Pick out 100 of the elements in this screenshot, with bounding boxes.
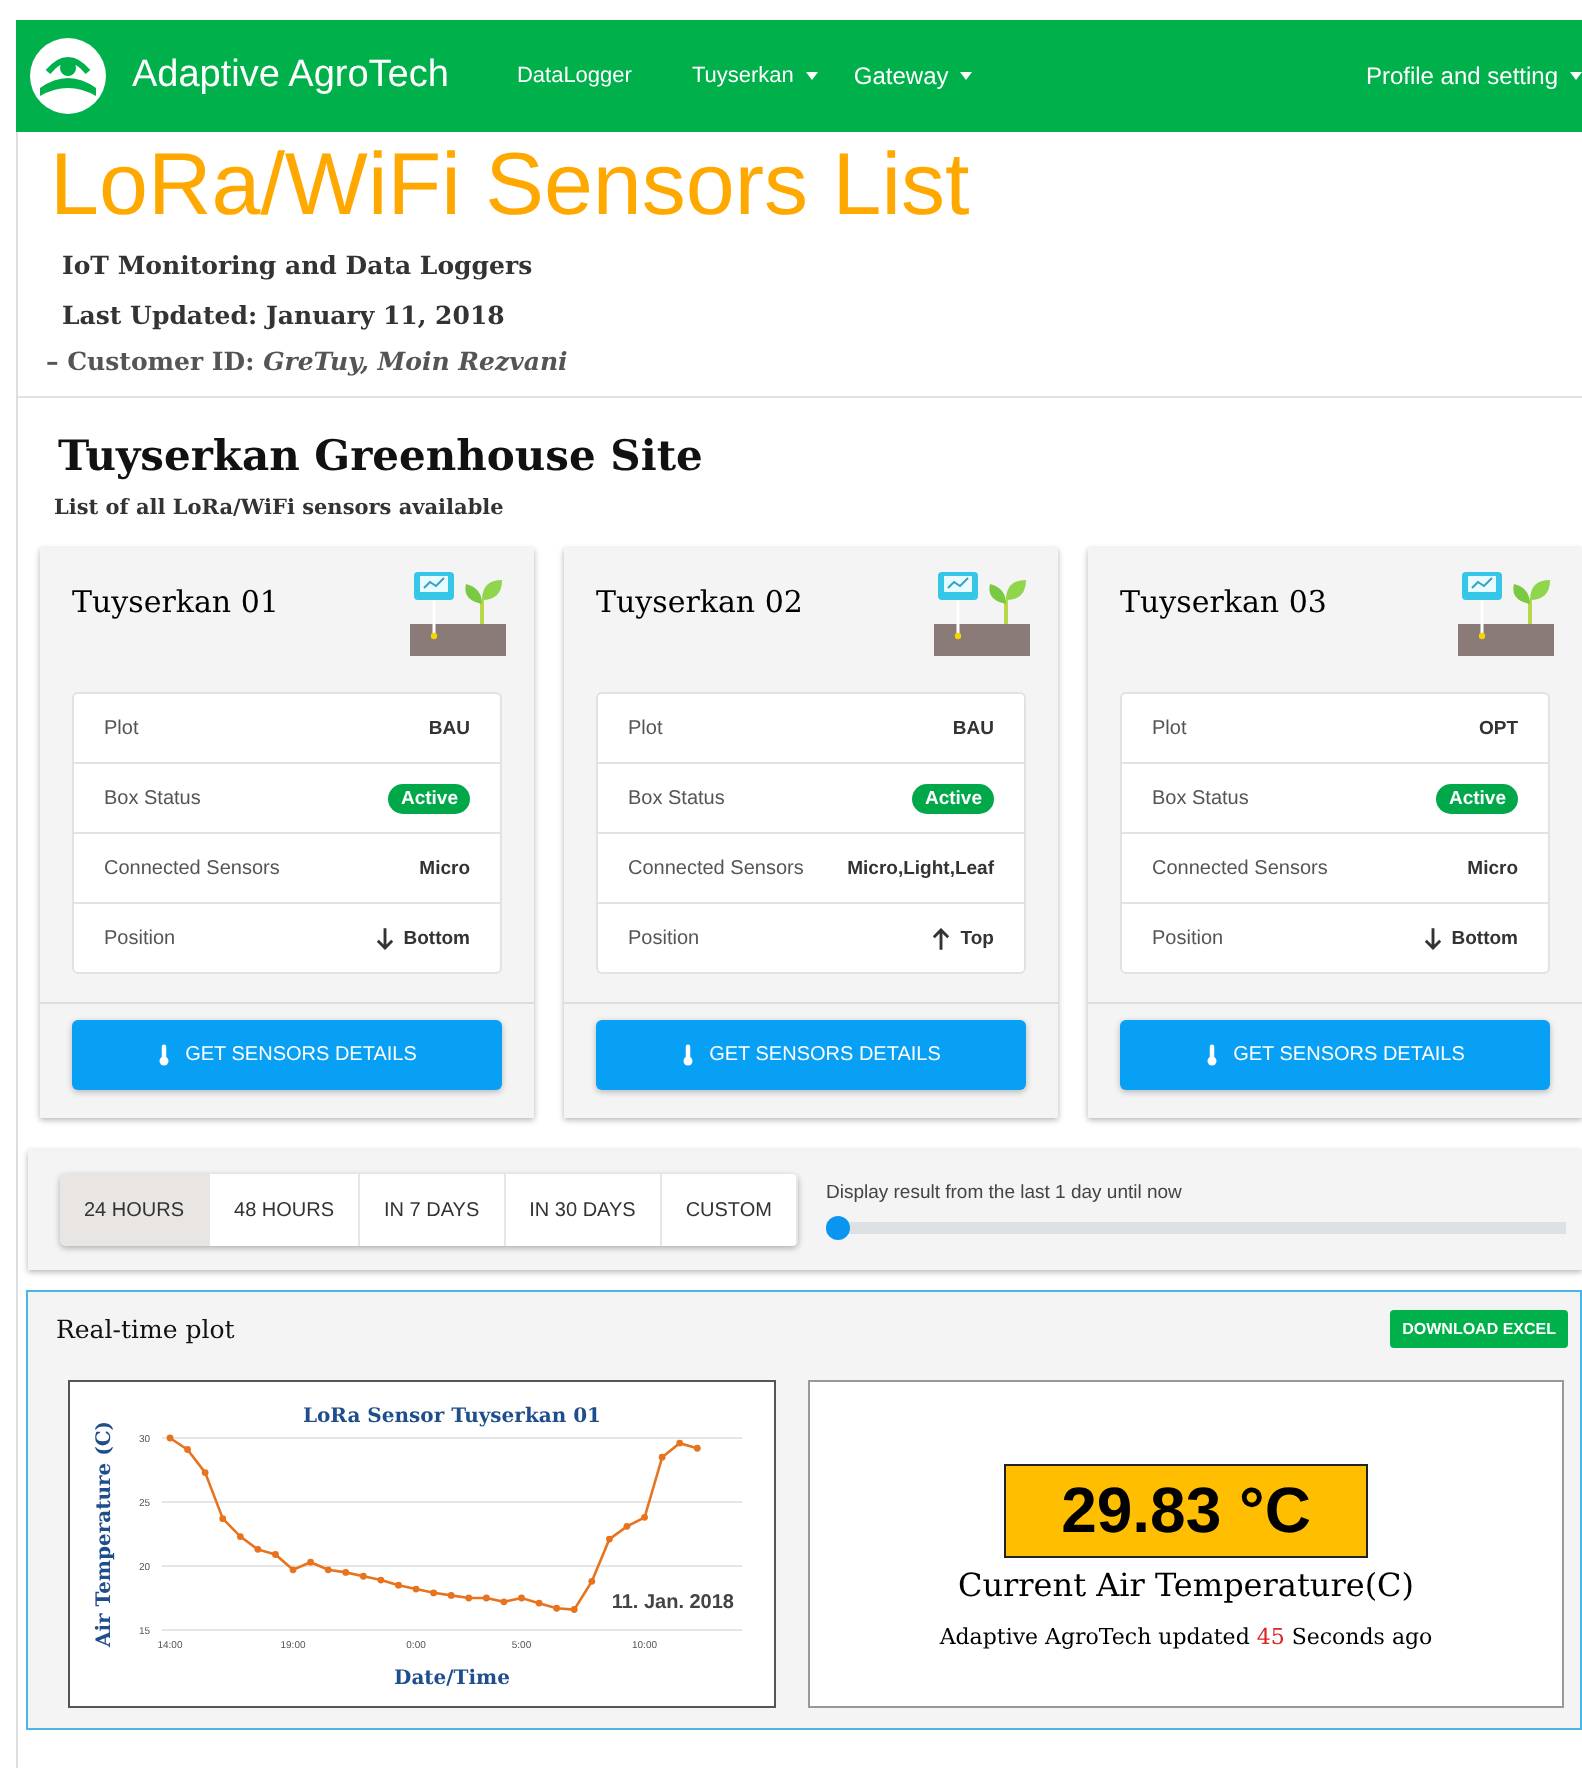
caret-icon: [805, 72, 818, 80]
data-point: [465, 1594, 473, 1602]
row-value: Micro: [1467, 857, 1518, 879]
sensor-plant-drawing: [1458, 568, 1554, 656]
data-point: [272, 1551, 279, 1558]
position-value: Bottom: [403, 927, 470, 949]
row-label: Plot: [1152, 717, 1187, 739]
data-point: [500, 1598, 508, 1606]
data-point: [693, 1444, 701, 1452]
status-badge: Active: [388, 783, 470, 813]
page-title: LoRa/WiFi Sensors List: [48, 134, 972, 238]
update-note: Adaptive AgroTech updated 45 Seconds ago: [939, 1623, 1433, 1649]
data-point: [359, 1572, 367, 1580]
row-value: BAU: [428, 717, 470, 739]
subtitle: IoT Monitoring and Data Loggers: [62, 248, 535, 284]
range-tab[interactable]: IN 30 DAYS: [505, 1174, 662, 1246]
caret-icon: [1570, 72, 1582, 80]
range-tab[interactable]: CUSTOM: [661, 1174, 798, 1246]
position-value: Bottom: [1451, 927, 1518, 949]
thermometer-icon: [681, 1044, 694, 1066]
slider-handle[interactable]: [825, 1215, 850, 1239]
row-value: Micro,Light,Leaf: [847, 857, 994, 879]
range-tab[interactable]: IN 7 DAYS: [360, 1174, 506, 1246]
data-point: [219, 1515, 227, 1523]
data-point: [553, 1604, 561, 1612]
panel-title: Real-time plot: [56, 1313, 235, 1343]
arrow-down-icon: [375, 927, 394, 949]
data-point: [570, 1606, 578, 1613]
data-point: [289, 1566, 297, 1574]
data-point: [641, 1513, 648, 1521]
row-label: Position: [628, 927, 700, 949]
row-label: Box Status: [104, 787, 201, 809]
status-badge: Active: [1436, 783, 1518, 813]
data-point: [676, 1439, 684, 1447]
data-point: [324, 1566, 332, 1574]
row-value: OPT: [1478, 717, 1518, 739]
data-point: [588, 1577, 596, 1585]
download-button[interactable]: DOWNLOAD EXCEL: [1390, 1309, 1568, 1347]
data-point: [658, 1453, 666, 1461]
profile-menu[interactable]: Profile and setting: [1365, 62, 1582, 90]
data-point: [201, 1469, 209, 1476]
data-point: [412, 1585, 420, 1593]
range-tab[interactable]: 24 HOURS: [60, 1174, 211, 1246]
row-label: Box Status: [628, 787, 725, 809]
arrow-down-icon: [1423, 927, 1442, 949]
card-title: Tuyserkan 03: [1120, 584, 1327, 624]
temperature-reading: 29.83 °C: [1003, 1463, 1369, 1557]
sensor-plant-drawing: [410, 568, 506, 656]
sensor-details-button[interactable]: GET SENSORS DETAILS: [72, 1020, 502, 1090]
card-title: Tuyserkan 02: [596, 584, 803, 624]
chart-title: LoRa Sensor Tuyserkan 01: [302, 1406, 602, 1428]
arrow-up-icon: [932, 927, 951, 949]
slider-label: Display result from the last 1 day until now: [825, 1181, 1184, 1203]
caret-icon: [960, 72, 973, 80]
data-point: [254, 1545, 262, 1553]
data-point: [377, 1576, 385, 1584]
row-label: Plot: [628, 717, 663, 739]
row-value: BAU: [952, 717, 994, 739]
nav-link[interactable]: Gateway: [853, 62, 973, 90]
data-point: [447, 1592, 455, 1599]
data-point: [166, 1434, 174, 1442]
row-value: Micro: [419, 857, 470, 879]
data-point: [535, 1599, 543, 1607]
last-updated: Last Updated: January 11, 2018: [62, 298, 507, 334]
row-label: Connected Sensors: [104, 857, 280, 879]
customer-label: – Customer ID:: [46, 346, 255, 376]
row-label: Position: [104, 927, 176, 949]
data-point: [342, 1569, 350, 1576]
brand-name[interactable]: Adaptive AgroTech: [132, 54, 449, 98]
nav-link[interactable]: DataLogger: [516, 64, 632, 88]
logo-icon: [28, 36, 108, 116]
site-title: Tuyserkan Greenhouse Site: [56, 430, 705, 480]
thermometer-icon: [1205, 1044, 1218, 1066]
sensor-details-button[interactable]: GET SENSORS DETAILS: [596, 1020, 1026, 1090]
data-point: [184, 1446, 191, 1453]
site-subtitle: List of all LoRa/WiFi sensors available: [52, 496, 506, 520]
row-label: Plot: [104, 717, 139, 739]
y-axis-label: Air Temperature (C): [94, 1420, 116, 1648]
status-badge: Active: [912, 783, 994, 813]
range-tab[interactable]: 48 HOURS: [210, 1174, 361, 1246]
data-point: [307, 1558, 314, 1566]
thermometer-icon: [157, 1044, 170, 1066]
chart-annotation: 11. Jan. 2018: [611, 1592, 734, 1614]
data-point: [430, 1589, 438, 1597]
row-label: Box Status: [1152, 787, 1249, 809]
reading-label: Current Air Temperature(C): [957, 1565, 1415, 1603]
row-label: Position: [1152, 927, 1224, 949]
nav-link[interactable]: Tuyserkan: [691, 64, 818, 88]
x-axis-label: Date/Time: [394, 1668, 510, 1690]
data-point: [518, 1594, 525, 1602]
sensor-plant-drawing: [934, 568, 1030, 656]
sensor-details-button[interactable]: GET SENSORS DETAILS: [1120, 1020, 1550, 1090]
data-point: [623, 1522, 631, 1530]
position-value: Top: [960, 927, 994, 949]
data-point: [482, 1594, 490, 1602]
row-label: Connected Sensors: [1152, 857, 1328, 879]
row-label: Connected Sensors: [628, 857, 804, 879]
data-point: [606, 1535, 613, 1543]
data-point: [395, 1581, 402, 1589]
customer-id: GreTuy, Moin Rezvani: [263, 346, 568, 376]
